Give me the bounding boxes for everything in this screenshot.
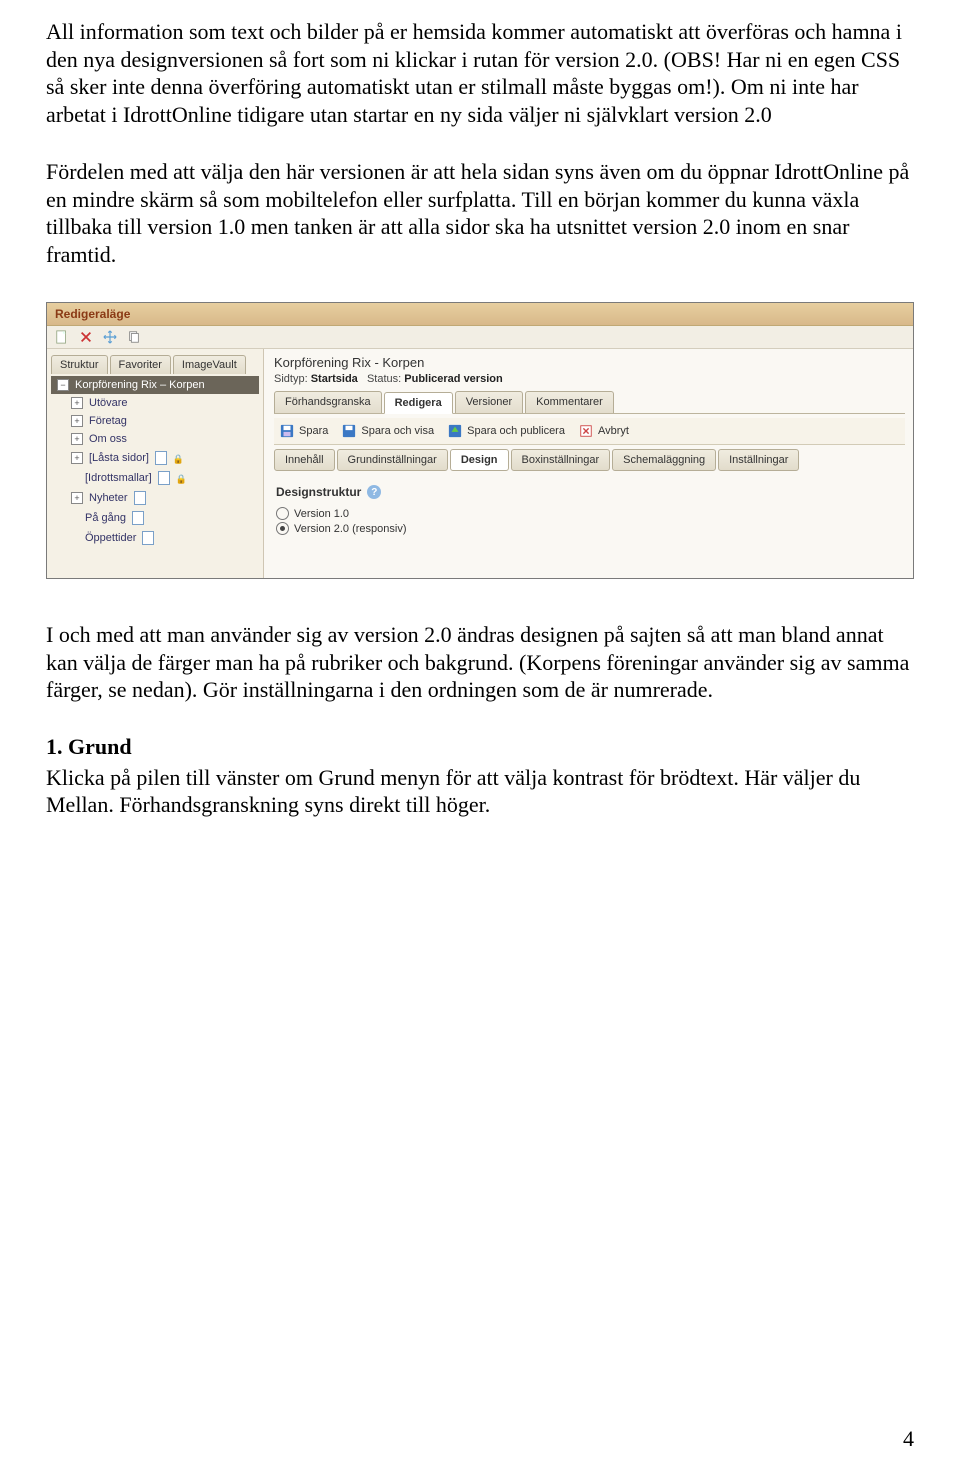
tree-label: Nyheter [89, 492, 128, 504]
tree-label: [Idrottsmallar] [85, 472, 152, 484]
tree-item[interactable]: + Utövare [51, 394, 259, 412]
page-icon [155, 451, 167, 465]
subtab-settings[interactable]: Inställningar [718, 449, 799, 471]
expand-icon[interactable]: + [71, 397, 83, 409]
paragraph-2: Fördelen med att välja den här versionen… [46, 158, 914, 268]
tab-edit[interactable]: Redigera [384, 392, 453, 414]
cancel-label: Avbryt [598, 425, 629, 437]
tree-item[interactable]: + Om oss [51, 430, 259, 448]
page-icon [158, 471, 170, 485]
page-number: 4 [903, 1426, 914, 1452]
page-icon [134, 491, 146, 505]
sidtyp-label: Sidtyp: [274, 373, 308, 385]
editor-titlebar: Redigeraläge [47, 303, 913, 326]
sidebar-tab-imagevault[interactable]: ImageVault [173, 355, 246, 374]
heading-grund: 1. Grund [46, 734, 914, 760]
delete-icon[interactable] [79, 330, 93, 344]
move-icon[interactable] [103, 330, 117, 344]
design-structure-heading: Designstruktur ? [276, 485, 381, 499]
editor-top-toolbar [47, 326, 913, 349]
cancel-button[interactable]: Avbryt [579, 424, 629, 438]
sidebar-tab-favoriter[interactable]: Favoriter [110, 355, 171, 374]
design-structure-label: Designstruktur [276, 485, 361, 499]
expand-icon[interactable]: + [71, 492, 83, 504]
new-page-icon[interactable] [55, 330, 69, 344]
subtab-box[interactable]: Boxinställningar [511, 449, 611, 471]
tree-item-locked[interactable]: + [Låsta sidor] 🔒 [51, 448, 259, 468]
sidtyp-value: Startsida [311, 373, 358, 385]
tab-preview[interactable]: Förhandsgranska [274, 391, 382, 413]
tree-root-label: Korpförening Rix – Korpen [75, 379, 205, 391]
subtab-schedule[interactable]: Schemaläggning [612, 449, 716, 471]
status-value: Publicerad version [404, 373, 502, 385]
tree-item[interactable]: + Företag [51, 412, 259, 430]
save-button[interactable]: Spara [280, 424, 328, 438]
subtab-basic[interactable]: Grundinställningar [337, 449, 448, 471]
tree-item[interactable]: På gång [51, 508, 259, 528]
radio-version-2[interactable]: Version 2.0 (responsiv) [276, 522, 903, 535]
radio-label: Version 2.0 (responsiv) [294, 523, 407, 535]
tab-versions[interactable]: Versioner [455, 391, 523, 413]
radio-icon[interactable] [276, 507, 289, 520]
page-icon [132, 511, 144, 525]
save-publish-label: Spara och publicera [467, 425, 565, 437]
editor-sidebar: Struktur Favoriter ImageVault − Korpföre… [47, 349, 264, 578]
sidebar-tab-struktur[interactable]: Struktur [51, 355, 108, 374]
tab-comments[interactable]: Kommentarer [525, 391, 614, 413]
tree-label: Utövare [89, 397, 128, 409]
tree-label: [Låsta sidor] [89, 452, 149, 464]
radio-icon-selected[interactable] [276, 522, 289, 535]
help-icon[interactable]: ? [367, 485, 381, 499]
expand-icon[interactable]: + [71, 433, 83, 445]
radio-version-1[interactable]: Version 1.0 [276, 507, 903, 520]
radio-label: Version 1.0 [294, 508, 349, 520]
save-icon [280, 424, 294, 438]
save-view-label: Spara och visa [361, 425, 434, 437]
tree-root[interactable]: − Korpförening Rix – Korpen [51, 376, 259, 394]
copy-icon[interactable] [127, 330, 141, 344]
subtab-content[interactable]: Innehåll [274, 449, 335, 471]
editor-main: Korpförening Rix - Korpen Sidtyp: Starts… [264, 349, 913, 578]
editor-screenshot: Redigeraläge Struktur Favoriter ImageVau… [46, 302, 914, 579]
paragraph-4: Klicka på pilen till vänster om Grund me… [46, 764, 914, 819]
collapse-icon[interactable]: − [57, 379, 69, 391]
publish-icon [448, 424, 462, 438]
tree-item[interactable]: Öppettider [51, 528, 259, 548]
lock-icon: 🔒 [176, 474, 185, 483]
tree-label: På gång [85, 512, 126, 524]
subtab-design[interactable]: Design [450, 449, 509, 471]
tree-label: Om oss [89, 433, 127, 445]
page-meta: Sidtyp: Startsida Status: Publicerad ver… [274, 373, 905, 385]
save-publish-button[interactable]: Spara och publicera [448, 424, 565, 438]
expand-icon[interactable]: + [71, 415, 83, 427]
tree-item[interactable]: + Nyheter [51, 488, 259, 508]
tree-label: Företag [89, 415, 127, 427]
expand-icon[interactable]: + [71, 452, 83, 464]
save-toolbar: Spara Spara och visa Spara och publicera… [274, 418, 905, 445]
page-icon [142, 531, 154, 545]
status-label: Status: [367, 373, 401, 385]
paragraph-3: I och med att man använder sig av versio… [46, 621, 914, 704]
save-icon [342, 424, 356, 438]
save-label: Spara [299, 425, 328, 437]
lock-icon: 🔒 [173, 454, 182, 463]
page-title: Korpförening Rix - Korpen [274, 355, 905, 370]
cancel-icon [579, 424, 593, 438]
tree-item-templates[interactable]: [Idrottsmallar] 🔒 [51, 468, 259, 488]
paragraph-1: All information som text och bilder på e… [46, 18, 914, 128]
tree-label: Öppettider [85, 532, 136, 544]
save-view-button[interactable]: Spara och visa [342, 424, 434, 438]
